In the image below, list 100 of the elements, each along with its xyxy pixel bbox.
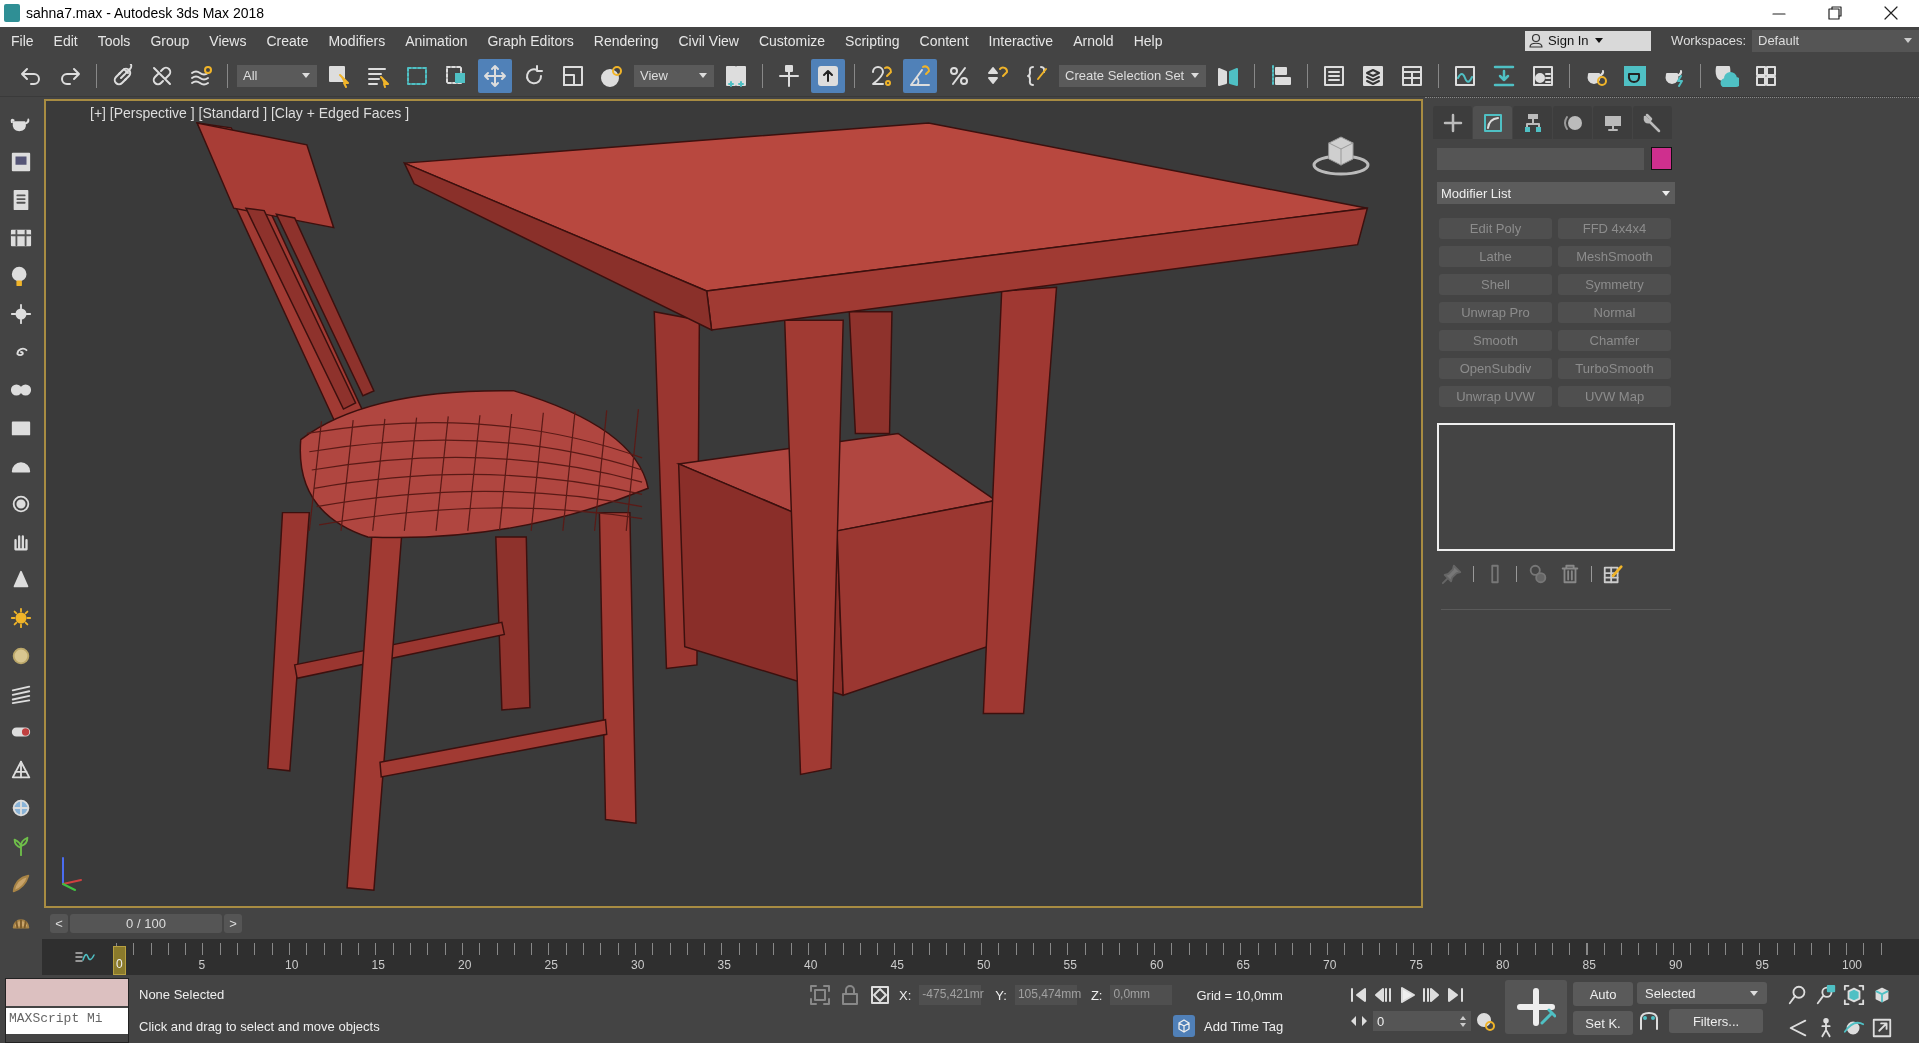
toolbar-dropdown[interactable]: View <box>634 64 714 87</box>
set-key-mode-button[interactable]: Set K. <box>1573 1011 1633 1036</box>
curve-icon <box>1453 63 1478 88</box>
frame-label: 70 <box>1323 958 1337 975</box>
next-frame-button[interactable]: > <box>224 913 242 933</box>
menu-item[interactable]: Interactive <box>977 32 1063 49</box>
frame-label: 50 <box>977 958 991 975</box>
menu-item[interactable]: Edit <box>42 32 87 49</box>
key-plus-icon <box>1516 987 1556 1028</box>
tiles-icon <box>1754 63 1779 88</box>
coordinate-field[interactable]: 0,0mm <box>1110 985 1173 1006</box>
panel-tab[interactable] <box>1633 106 1672 140</box>
teapot-cloud-icon <box>1715 63 1740 88</box>
picture-frame-icon <box>10 151 32 174</box>
edit-grid-icon[interactable] <box>1602 563 1624 586</box>
panel-tab[interactable] <box>1593 106 1632 140</box>
set-key-button[interactable] <box>1505 980 1567 1035</box>
menu-item[interactable]: Scripting <box>834 32 909 49</box>
selection-status: None Selected <box>139 987 226 1003</box>
time-config-icon[interactable] <box>1475 1011 1495 1032</box>
maximize-icon[interactable] <box>1871 1016 1893 1039</box>
frame-label: 30 <box>631 958 645 975</box>
caret-icon <box>1749 989 1759 997</box>
frame-label: 15 <box>371 958 385 975</box>
auto-key-button[interactable]: Auto <box>1573 982 1633 1007</box>
toolbar-button[interactable] <box>478 58 512 93</box>
frame-label: 95 <box>1755 958 1769 975</box>
time-slider-thumb[interactable]: 0 / 100 <box>70 913 222 933</box>
menu-item[interactable]: File <box>0 32 43 49</box>
frame-label: 40 <box>804 958 818 975</box>
menu-item[interactable]: Civil View <box>667 32 748 49</box>
menu-item[interactable]: Modifiers <box>317 32 395 49</box>
add-time-tag-label[interactable]: Add Time Tag <box>1204 1018 1284 1034</box>
frame-label: 90 <box>1669 958 1683 975</box>
zoom-extents-icon[interactable] <box>1843 984 1865 1007</box>
menu-item[interactable]: Tools <box>86 32 140 49</box>
frame-field[interactable]: 0 <box>1373 1011 1471 1032</box>
tag-icon[interactable] <box>1172 1014 1196 1039</box>
coordinate-field[interactable]: -475,421mr <box>919 985 982 1006</box>
menu-item[interactable]: Arnold <box>1062 32 1123 49</box>
transform-mode-icon[interactable] <box>869 984 891 1007</box>
panel-tab[interactable] <box>1473 106 1512 140</box>
filters-button[interactable]: Filters... <box>1669 1009 1763 1034</box>
listener-output[interactable] <box>6 979 128 1007</box>
menu-item[interactable]: Views <box>198 32 256 49</box>
panel-tab[interactable] <box>1553 106 1592 140</box>
frame-label: 85 <box>1582 958 1596 975</box>
app-icon <box>4 4 20 23</box>
panel-tab[interactable] <box>1513 106 1552 140</box>
maxscript-field[interactable]: MAXScript Mi <box>6 1008 128 1035</box>
zoom-all-icon[interactable] <box>1815 984 1837 1007</box>
isolate-icon[interactable] <box>809 984 831 1007</box>
previous-frame-button[interactable]: < <box>50 913 68 933</box>
gear-icon <box>10 303 32 326</box>
toolbar-button[interactable] <box>903 58 937 93</box>
menu-item[interactable]: Customize <box>747 32 835 49</box>
frame-label: 45 <box>890 958 904 975</box>
workspaces-label: Workspaces: <box>1671 33 1746 49</box>
toolbar-dropdown[interactable]: All <box>237 64 317 87</box>
panel-tab[interactable] <box>1433 106 1472 140</box>
viewport-label[interactable]: [+] [Perspective ] [Standard ] [Clay + Edged Faces ] <box>90 105 410 122</box>
pivot-icon <box>724 63 748 88</box>
axis-label: X: <box>899 987 912 1003</box>
viewport[interactable]: [+] [Perspective ] [Standard ] [Clay + Edged Faces ] <box>44 99 1423 909</box>
user-icon <box>1529 33 1544 49</box>
toolbar-dropdown[interactable]: Create Selection Set <box>1059 64 1207 87</box>
sign-in-button[interactable]: Sign In <box>1525 30 1652 51</box>
modifier-stack[interactable] <box>1437 423 1675 552</box>
frame-label: 25 <box>544 958 558 975</box>
menu-item[interactable]: Help <box>1122 32 1172 49</box>
menu-item[interactable]: Content <box>908 32 978 49</box>
modifier-list-dropdown[interactable]: Modifier List <box>1437 182 1675 205</box>
grid-panel-icon <box>1400 63 1425 88</box>
axis-label: Z: <box>1090 987 1103 1003</box>
layers-icon <box>1361 63 1386 88</box>
caret-icon <box>1903 37 1913 45</box>
frame-label: 60 <box>1150 958 1164 975</box>
caret-icon <box>1593 37 1604 45</box>
download-icon <box>1492 63 1517 88</box>
restore-icon[interactable] <box>1827 5 1843 22</box>
workspaces-dropdown[interactable]: Default <box>1752 29 1919 52</box>
trash-icon[interactable] <box>1559 563 1581 586</box>
menu-item[interactable]: Graph Editors <box>476 32 583 49</box>
prompt-text: Click and drag to select and move objects <box>139 1019 381 1035</box>
lock-icon[interactable] <box>839 984 861 1007</box>
toolbar-button[interactable] <box>811 58 845 93</box>
checker-icon <box>1531 63 1556 88</box>
grid-size-label: Grid = 10,0mm <box>1196 987 1283 1003</box>
frame-label: 65 <box>1236 958 1250 975</box>
menu-item[interactable]: Animation <box>394 32 477 49</box>
select-arrow-icon <box>327 63 351 88</box>
menu-item[interactable]: Create <box>255 32 318 49</box>
menu-item[interactable]: Rendering <box>582 32 668 49</box>
key-mode-dropdown[interactable]: Selected <box>1637 982 1767 1005</box>
close-icon[interactable] <box>1883 5 1899 22</box>
menu-item[interactable]: Group <box>139 32 199 49</box>
frame-label: 55 <box>1063 958 1077 975</box>
spinner-icon <box>1459 1014 1467 1028</box>
color-swatch[interactable] <box>1651 147 1672 171</box>
frame-label[interactable]: 0 <box>113 946 126 976</box>
